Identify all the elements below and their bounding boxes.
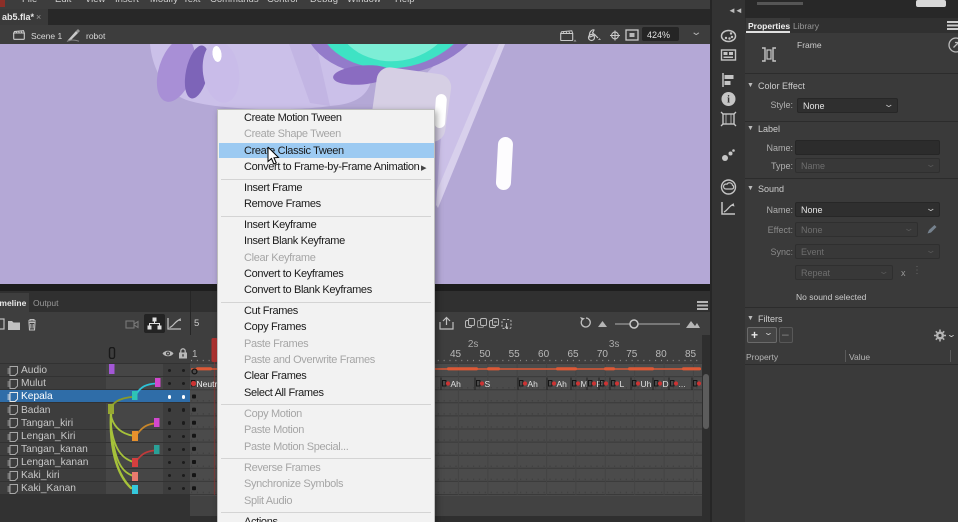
svg-text:...: ... (679, 379, 686, 389)
svg-text:50: 50 (479, 349, 491, 360)
svg-text:S: S (485, 379, 491, 389)
svg-text:Ah: Ah (557, 379, 568, 389)
svg-text:i: i (727, 95, 730, 106)
svg-text:3s: 3s (609, 339, 620, 350)
svg-text:Ah: Ah (451, 379, 462, 389)
svg-text:65: 65 (567, 349, 579, 360)
svg-text:Ah: Ah (528, 379, 539, 389)
svg-text:2s: 2s (468, 339, 479, 350)
svg-text:75: 75 (626, 349, 638, 360)
svg-text:55: 55 (509, 349, 521, 360)
svg-text:60: 60 (538, 349, 550, 360)
svg-text:70: 70 (597, 349, 609, 360)
svg-text:Uh: Uh (641, 379, 652, 389)
svg-text:45: 45 (450, 349, 462, 360)
svg-text:1: 1 (192, 349, 198, 360)
svg-text:85: 85 (685, 349, 697, 360)
svg-text:80: 80 (656, 349, 668, 360)
svg-text:D: D (663, 379, 669, 389)
svg-text:L: L (620, 379, 625, 389)
